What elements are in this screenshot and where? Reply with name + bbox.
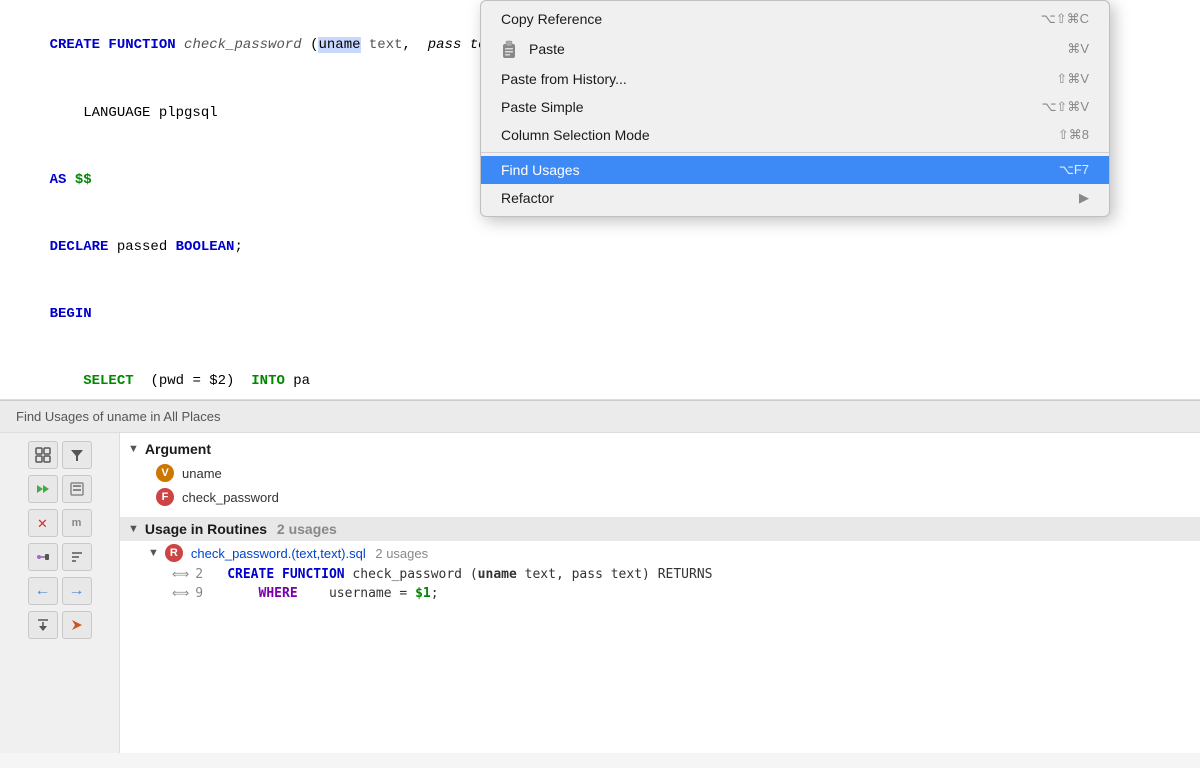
result-group-argument-header: ▼ Argument: [120, 437, 1200, 461]
menu-label-paste-history: Paste from History...: [501, 71, 627, 87]
file-count: 2 usages: [372, 546, 428, 561]
find-panel-header: Find Usages of uname in All Places: [0, 401, 1200, 433]
find-panel: Find Usages of uname in All Places: [0, 400, 1200, 753]
code-line-4: DECLARE passed BOOLEAN;: [16, 214, 1184, 281]
menu-shortcut-column-sel: ⇧⌘8: [1058, 127, 1089, 143]
result-group-routines: ▼ Usage in Routines 2 usages ▼ R check_p…: [120, 513, 1200, 607]
menu-label-find-usages: Find Usages: [501, 162, 580, 178]
code-editor[interactable]: CREATE FUNCTION check_password (uname te…: [0, 0, 1200, 400]
toolbar-btn-preview[interactable]: [62, 475, 92, 503]
menu-label-paste: Paste: [529, 41, 565, 57]
menu-item-find-usages[interactable]: Find Usages ⌥F7: [481, 156, 1109, 184]
menu-item-column-sel[interactable]: Column Selection Mode ⇧⌘8: [481, 121, 1109, 149]
menu-shortcut-refactor: ▶: [1079, 190, 1089, 206]
find-toolbar: ✕ m ← →: [0, 433, 120, 753]
check-password-text: check_password: [182, 490, 279, 505]
file-name: check_password.(text,text).sql: [191, 546, 366, 561]
menu-item-refactor[interactable]: Refactor ▶: [481, 184, 1109, 212]
toolbar-btn-filter[interactable]: [62, 441, 92, 469]
routines-count: 2 usages: [273, 521, 337, 537]
toolbar-btn-close[interactable]: ✕: [28, 509, 58, 537]
code-result-line-2[interactable]: ⟺ 2 CREATE FUNCTION check_password (unam…: [120, 565, 1200, 584]
menu-label-paste-simple: Paste Simple: [501, 99, 583, 115]
toolbar-btn-scroll-down[interactable]: [28, 611, 58, 639]
result-item-uname[interactable]: V uname: [120, 461, 1200, 485]
toolbar-row-5: ← →: [28, 577, 92, 605]
uname-text: uname: [182, 466, 222, 481]
code-result-line-9[interactable]: ⟺ 9 WHERE username = $1;: [120, 584, 1200, 603]
toolbar-row-4: [28, 543, 92, 571]
result-item-check-password[interactable]: F check_password: [120, 485, 1200, 509]
toolbar-btn-sort[interactable]: [62, 543, 92, 571]
context-menu: Copy Reference ⌥⇧⌘C Paste ⌘V Past: [480, 0, 1110, 217]
menu-item-paste-simple[interactable]: Paste Simple ⌥⇧⌘V: [481, 93, 1109, 121]
menu-shortcut-copy-ref: ⌥⇧⌘C: [1041, 11, 1089, 27]
menu-shortcut-find-usages: ⌥F7: [1059, 162, 1089, 178]
toolbar-btn-navigate[interactable]: [62, 611, 92, 639]
menu-separator: [481, 152, 1109, 153]
badge-f: F: [156, 488, 174, 506]
menu-label-copy-ref: Copy Reference: [501, 11, 602, 27]
menu-item-copy-ref[interactable]: Copy Reference ⌥⇧⌘C: [481, 5, 1109, 33]
toolbar-btn-forward[interactable]: →: [62, 577, 92, 605]
find-results[interactable]: ▼ Argument V uname F check_password ▼ Us…: [120, 433, 1200, 753]
argument-label: Argument: [145, 441, 211, 457]
toolbar-row-6: [28, 611, 92, 639]
menu-label-refactor: Refactor: [501, 190, 554, 206]
badge-r: R: [165, 544, 183, 562]
code-line-5: BEGIN: [16, 281, 1184, 348]
find-panel-title: Find Usages of uname in All Places: [16, 409, 221, 424]
arrow-icon-2: ⟺: [172, 586, 189, 600]
toolbar-btn-group[interactable]: [28, 543, 58, 571]
toolbar-btn-next[interactable]: [28, 475, 58, 503]
triangle-file: ▼: [148, 547, 159, 559]
menu-item-paste-history[interactable]: Paste from History... ⇧⌘V: [481, 65, 1109, 93]
routines-label: Usage in Routines: [145, 521, 267, 537]
menu-shortcut-paste-simple: ⌥⇧⌘V: [1041, 99, 1089, 115]
toolbar-btn-expand[interactable]: [28, 441, 58, 469]
badge-v: V: [156, 464, 174, 482]
triangle-argument: ▼: [128, 443, 139, 455]
toolbar-btn-back[interactable]: ←: [28, 577, 58, 605]
code-line-6: SELECT (pwd = $2) INTO pa: [16, 348, 1184, 400]
result-group-routines-header: ▼ Usage in Routines 2 usages: [120, 517, 1200, 541]
result-item-file[interactable]: ▼ R check_password.(text,text).sql 2 usa…: [120, 541, 1200, 565]
menu-item-paste[interactable]: Paste ⌘V: [481, 33, 1109, 65]
paste-icon: [501, 39, 517, 59]
toolbar-row-2: [28, 475, 92, 503]
menu-shortcut-paste-history: ⇧⌘V: [1056, 71, 1089, 87]
toolbar-row-3: ✕ m: [28, 509, 92, 537]
result-group-argument: ▼ Argument V uname F check_password: [120, 433, 1200, 513]
menu-label-column-sel: Column Selection Mode: [501, 127, 650, 143]
code-snippet-9: WHERE username = $1;: [227, 586, 438, 601]
triangle-routines: ▼: [128, 523, 139, 535]
toolbar-row-1: [28, 441, 92, 469]
code-snippet-2: CREATE FUNCTION check_password (uname te…: [227, 567, 712, 582]
toolbar-btn-module[interactable]: m: [62, 509, 92, 537]
menu-shortcut-paste: ⌘V: [1067, 41, 1089, 57]
line-num-9: 9: [195, 586, 215, 601]
find-panel-body: ✕ m ← →: [0, 433, 1200, 753]
line-num-2: 2: [195, 567, 215, 582]
arrow-icon-1: ⟺: [172, 567, 189, 581]
